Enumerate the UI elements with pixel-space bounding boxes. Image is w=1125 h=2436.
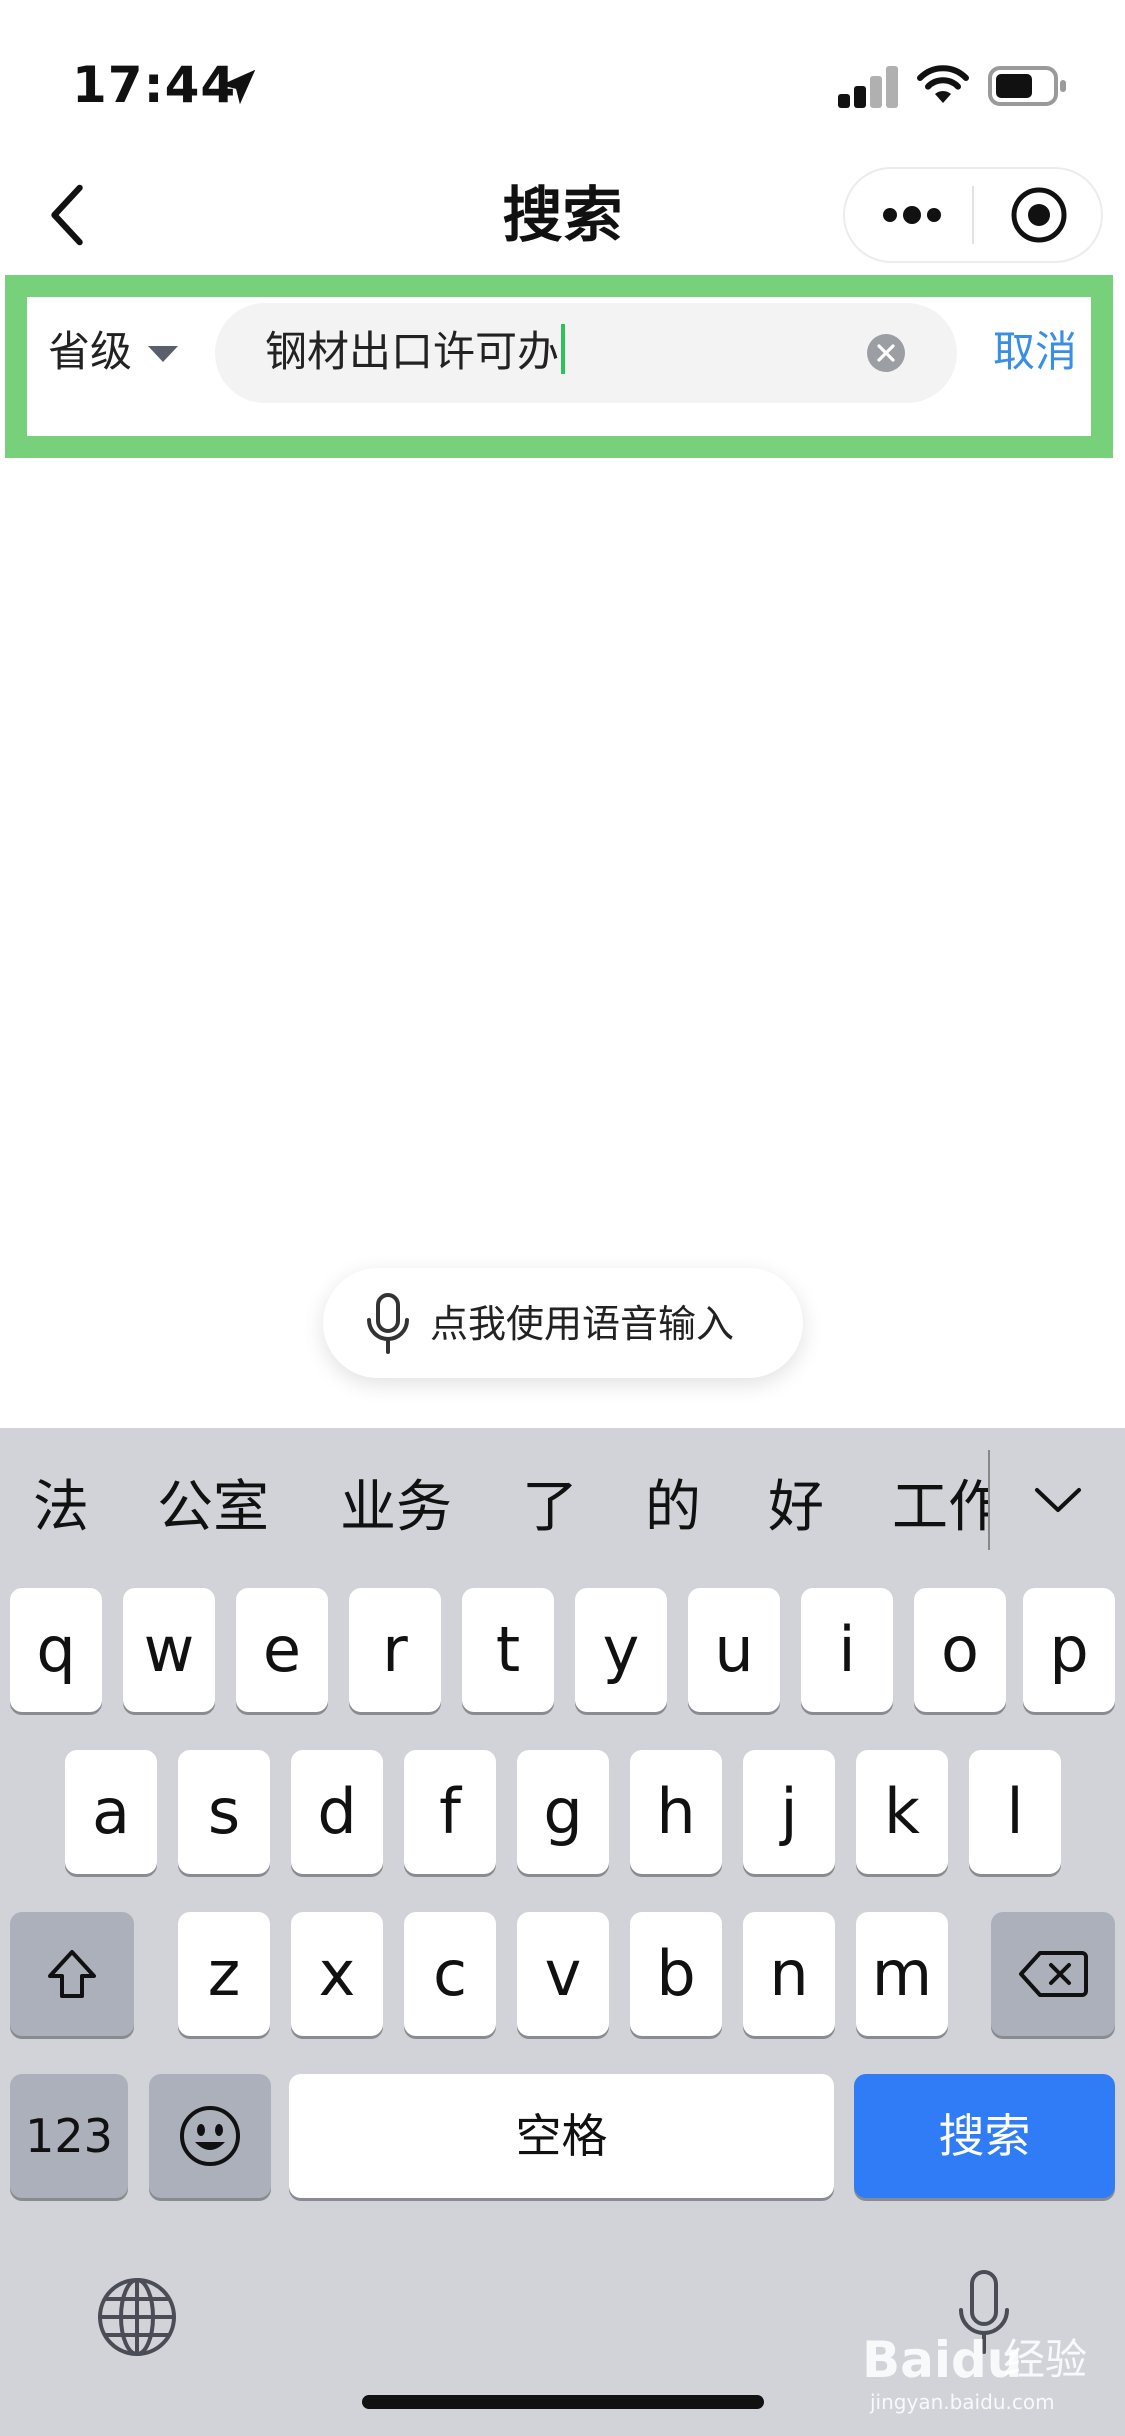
key-e[interactable]: e [236, 1588, 328, 1712]
voice-input-label[interactable]: 点我使用语音输入 [430, 1296, 734, 1352]
candidate-word[interactable]: 业务 [340, 1470, 452, 1546]
shift-key[interactable] [10, 1912, 134, 2036]
key-n[interactable]: n [743, 1912, 835, 2036]
globe-icon[interactable] [95, 2275, 179, 2359]
candidate-word[interactable]: 法 [33, 1470, 89, 1546]
candidate-word[interactable]: 了 [522, 1470, 578, 1546]
key-p[interactable]: p [1023, 1588, 1115, 1712]
candidate-word[interactable]: 公室 [157, 1470, 269, 1546]
watermark-brand: Baidu [862, 2331, 1023, 2389]
key-m[interactable]: m [856, 1912, 948, 2036]
watermark-url: jingyan.baidu.com [870, 2390, 1055, 2414]
key-h[interactable]: h [630, 1750, 722, 1874]
capsule-divider [972, 186, 974, 244]
candidate-divider [988, 1450, 990, 1550]
delete-key[interactable] [991, 1912, 1115, 2036]
text-cursor [561, 324, 566, 374]
chevron-down-icon[interactable] [1033, 1484, 1083, 1516]
key-d[interactable]: d [291, 1750, 383, 1874]
search-key[interactable]: 搜索 [854, 2074, 1115, 2198]
key-a[interactable]: a [65, 1750, 157, 1874]
key-s[interactable]: s [178, 1750, 270, 1874]
candidate-word[interactable]: 的 [645, 1470, 701, 1546]
key-k[interactable]: k [856, 1750, 948, 1874]
emoji-key[interactable] [149, 2074, 271, 2198]
shift-arrow-icon [48, 1950, 96, 1998]
cellular-signal-icon [838, 66, 898, 108]
status-time: 17:44 [72, 56, 237, 114]
key-v[interactable]: v [517, 1912, 609, 2036]
key-z[interactable]: z [178, 1912, 270, 2036]
region-selector[interactable]: 省级 [48, 322, 132, 382]
candidate-word[interactable]: 好 [768, 1470, 824, 1546]
key-t[interactable]: t [462, 1588, 554, 1712]
key-q[interactable]: q [10, 1588, 102, 1712]
backspace-icon [1019, 1951, 1088, 1997]
key-x[interactable]: x [291, 1912, 383, 2036]
key-j[interactable]: j [743, 1750, 835, 1874]
wifi-icon [917, 65, 969, 103]
key-i[interactable]: i [801, 1588, 893, 1712]
key-u[interactable]: u [688, 1588, 780, 1712]
key-b[interactable]: b [630, 1912, 722, 2036]
caret-down-icon[interactable] [146, 344, 180, 364]
numbers-key[interactable]: 123 [10, 2074, 128, 2198]
battery-icon [988, 66, 1066, 106]
space-key[interactable]: 空格 [289, 2074, 834, 2198]
key-c[interactable]: c [404, 1912, 496, 2036]
key-g[interactable]: g [517, 1750, 609, 1874]
home-indicator [362, 2395, 764, 2409]
location-arrow-icon [220, 69, 256, 105]
key-y[interactable]: y [575, 1588, 667, 1712]
clear-input-icon[interactable] [866, 333, 906, 373]
key-l[interactable]: l [969, 1750, 1061, 1874]
close-target-icon[interactable] [1010, 186, 1068, 244]
candidate-word[interactable]: 工作 [892, 1470, 988, 1546]
microphone-icon[interactable] [363, 1292, 413, 1356]
more-dots-icon[interactable] [880, 205, 944, 225]
key-o[interactable]: o [914, 1588, 1006, 1712]
emoji-icon [180, 2106, 240, 2166]
search-input-text[interactable]: 钢材出口许可办 [265, 322, 566, 382]
key-r[interactable]: r [349, 1588, 441, 1712]
key-w[interactable]: w [123, 1588, 215, 1712]
watermark-jingyan: 经验 [1003, 2335, 1088, 2384]
key-f[interactable]: f [404, 1750, 496, 1874]
cancel-button[interactable]: 取消 [993, 322, 1077, 382]
